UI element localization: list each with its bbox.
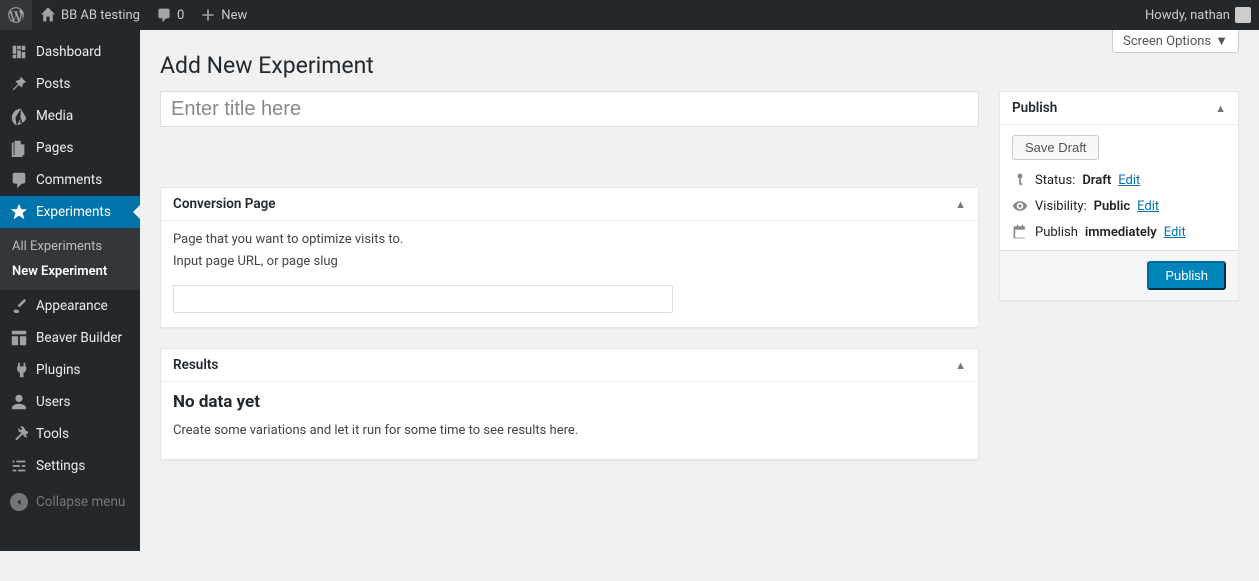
postbox-title: Publish — [1012, 100, 1057, 116]
sidebar-item-label: Pages — [36, 140, 74, 156]
sliders-icon — [10, 457, 28, 475]
sidebar-submenu-experiments: All Experiments New Experiment — [0, 228, 140, 290]
sidebar-item-label: Beaver Builder — [36, 330, 122, 346]
sidebar-item-plugins[interactable]: Plugins — [0, 354, 140, 386]
sidebar-item-label: Posts — [36, 76, 70, 92]
screen-options-label: Screen Options — [1123, 34, 1211, 49]
star-icon — [10, 203, 28, 221]
results-title: No data yet — [173, 392, 966, 412]
eye-icon — [1012, 198, 1028, 214]
conversion-desc-1: Page that you want to optimize visits to… — [173, 231, 966, 249]
chevron-up-icon[interactable]: ▲ — [955, 359, 966, 372]
avatar — [1235, 7, 1251, 23]
media-icon — [10, 107, 28, 125]
sidebar-item-label: Media — [36, 108, 73, 124]
sidebar-item-label: Comments — [36, 172, 102, 188]
howdy-text: Howdy, nathan — [1145, 8, 1230, 23]
results-desc: Create some variations and let it run fo… — [173, 422, 966, 440]
conversion-page-input[interactable] — [173, 285, 673, 313]
publish-box: Publish ▲ Save Draft Status: Draft Edit — [999, 91, 1239, 301]
status-edit-link[interactable]: Edit — [1118, 173, 1140, 188]
results-box: Results ▲ No data yet Create some variat… — [160, 348, 979, 459]
sidebar-item-label: Settings — [36, 458, 85, 474]
sidebar-item-dashboard[interactable]: Dashboard — [0, 36, 140, 68]
sidebar-item-users[interactable]: Users — [0, 386, 140, 418]
comments-count: 0 — [177, 8, 184, 23]
wordpress-icon — [8, 7, 24, 23]
plus-icon — [200, 7, 216, 23]
site-link[interactable]: BB AB testing — [32, 0, 148, 30]
page-title: Add New Experiment — [160, 30, 1239, 91]
sidebar-item-label: Collapse menu — [36, 494, 125, 510]
sidebar-item-media[interactable]: Media — [0, 100, 140, 132]
screen-options-toggle[interactable]: Screen Options ▼ — [1112, 30, 1239, 53]
submenu-all-experiments[interactable]: All Experiments — [0, 234, 140, 259]
title-input[interactable] — [160, 91, 979, 127]
main-content: Screen Options ▼ Add New Experiment Conv… — [140, 30, 1259, 551]
sidebar-item-tools[interactable]: Tools — [0, 418, 140, 450]
schedule-value: immediately — [1085, 225, 1157, 240]
sidebar-item-beaver-builder[interactable]: Beaver Builder — [0, 322, 140, 354]
sidebar-item-label: Dashboard — [36, 44, 101, 60]
sidebar-item-settings[interactable]: Settings — [0, 450, 140, 482]
sidebar-item-label: Tools — [36, 426, 69, 442]
sidebar-item-label: Users — [36, 394, 70, 410]
plugin-icon — [10, 361, 28, 379]
schedule-row: Publish immediately Edit — [1012, 224, 1226, 240]
admin-sidebar: Dashboard Posts Media Pages Comments Exp… — [0, 30, 140, 551]
conversion-desc-2: Input page URL, or page slug — [173, 253, 966, 271]
chevron-left-icon — [10, 493, 28, 511]
comment-icon — [10, 171, 28, 189]
results-header[interactable]: Results ▲ — [161, 349, 978, 382]
sidebar-item-posts[interactable]: Posts — [0, 68, 140, 100]
sidebar-item-experiments[interactable]: Experiments — [0, 196, 140, 228]
publish-button[interactable]: Publish — [1147, 261, 1226, 290]
brush-icon — [10, 297, 28, 315]
calendar-icon — [1012, 224, 1028, 240]
sidebar-collapse[interactable]: Collapse menu — [0, 486, 140, 518]
wrench-icon — [10, 425, 28, 443]
comment-icon — [156, 7, 172, 23]
conversion-page-box: Conversion Page ▲ Page that you want to … — [160, 187, 979, 328]
postbox-title: Conversion Page — [173, 196, 276, 212]
submenu-new-experiment[interactable]: New Experiment — [0, 259, 140, 284]
status-value: Draft — [1082, 173, 1111, 188]
pin-icon — [10, 75, 28, 93]
site-name: BB AB testing — [61, 8, 140, 23]
dashboard-icon — [10, 43, 28, 61]
save-draft-button[interactable]: Save Draft — [1012, 135, 1099, 160]
new-label: New — [221, 8, 247, 23]
howdy-link[interactable]: Howdy, nathan — [1137, 0, 1259, 30]
user-icon — [10, 393, 28, 411]
sidebar-item-appearance[interactable]: Appearance — [0, 290, 140, 322]
publish-header[interactable]: Publish ▲ — [1000, 92, 1238, 125]
new-link[interactable]: New — [192, 0, 255, 30]
wp-logo[interactable] — [0, 0, 32, 30]
chevron-up-icon[interactable]: ▲ — [955, 198, 966, 211]
sidebar-item-label: Experiments — [36, 204, 111, 220]
pages-icon — [10, 139, 28, 157]
visibility-value: Public — [1094, 199, 1130, 214]
sidebar-item-label: Plugins — [36, 362, 81, 378]
key-icon — [1012, 172, 1028, 188]
comments-link[interactable]: 0 — [148, 0, 192, 30]
home-icon — [40, 7, 56, 23]
visibility-edit-link[interactable]: Edit — [1137, 199, 1159, 214]
conversion-page-header[interactable]: Conversion Page ▲ — [161, 188, 978, 221]
visibility-row: Visibility: Public Edit — [1012, 198, 1226, 214]
chevron-up-icon[interactable]: ▲ — [1215, 102, 1226, 115]
chevron-down-icon: ▼ — [1215, 33, 1228, 49]
postbox-title: Results — [173, 357, 218, 373]
admin-bar: BB AB testing 0 New Howdy, nathan — [0, 0, 1259, 30]
layout-icon — [10, 329, 28, 347]
status-row: Status: Draft Edit — [1012, 172, 1226, 188]
sidebar-item-pages[interactable]: Pages — [0, 132, 140, 164]
sidebar-item-comments[interactable]: Comments — [0, 164, 140, 196]
sidebar-item-label: Appearance — [36, 298, 108, 314]
schedule-edit-link[interactable]: Edit — [1164, 225, 1186, 240]
